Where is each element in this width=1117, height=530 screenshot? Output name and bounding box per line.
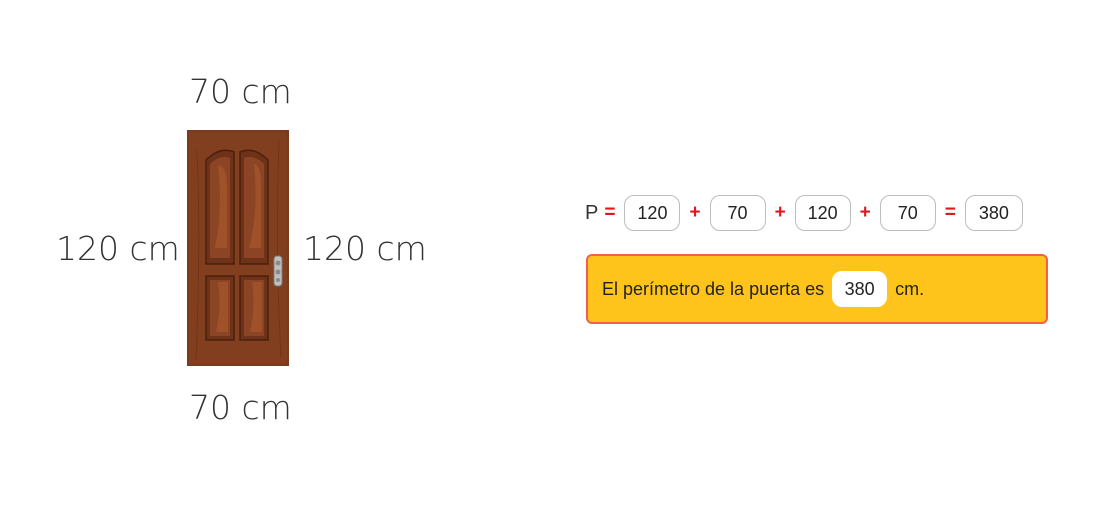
door-height-left-label: 120 cm [56, 229, 180, 268]
door-height-right-label: 120 cm [303, 229, 427, 268]
term-input-3[interactable]: 120 [794, 195, 851, 231]
equals-sign: = [944, 202, 956, 223]
equals-sign: = [604, 202, 616, 223]
door-face [189, 132, 287, 364]
perimeter-equation: P = 120 + 70 + 120 + 70 = 380 [585, 194, 1023, 232]
door-width-top-label: 70 cm [189, 72, 292, 111]
door-width-bottom-label: 70 cm [189, 388, 292, 427]
result-input[interactable]: 380 [964, 195, 1023, 231]
plus-sign: + [859, 202, 871, 223]
term-input-1[interactable]: 120 [624, 195, 681, 231]
term-input-4[interactable]: 70 [879, 195, 936, 231]
answer-suffix: cm. [895, 278, 925, 299]
answer-input[interactable]: 380 [832, 271, 888, 307]
answer-prefix: El perímetro de la puerta es [602, 278, 825, 299]
door-handle-icon [273, 255, 283, 287]
perimeter-variable: P [585, 201, 599, 224]
answer-banner: El perímetro de la puerta es 380 cm. [586, 254, 1048, 324]
plus-sign: + [774, 202, 786, 223]
door-illustration [187, 130, 289, 366]
plus-sign: + [689, 202, 701, 223]
term-input-2[interactable]: 70 [709, 195, 766, 231]
